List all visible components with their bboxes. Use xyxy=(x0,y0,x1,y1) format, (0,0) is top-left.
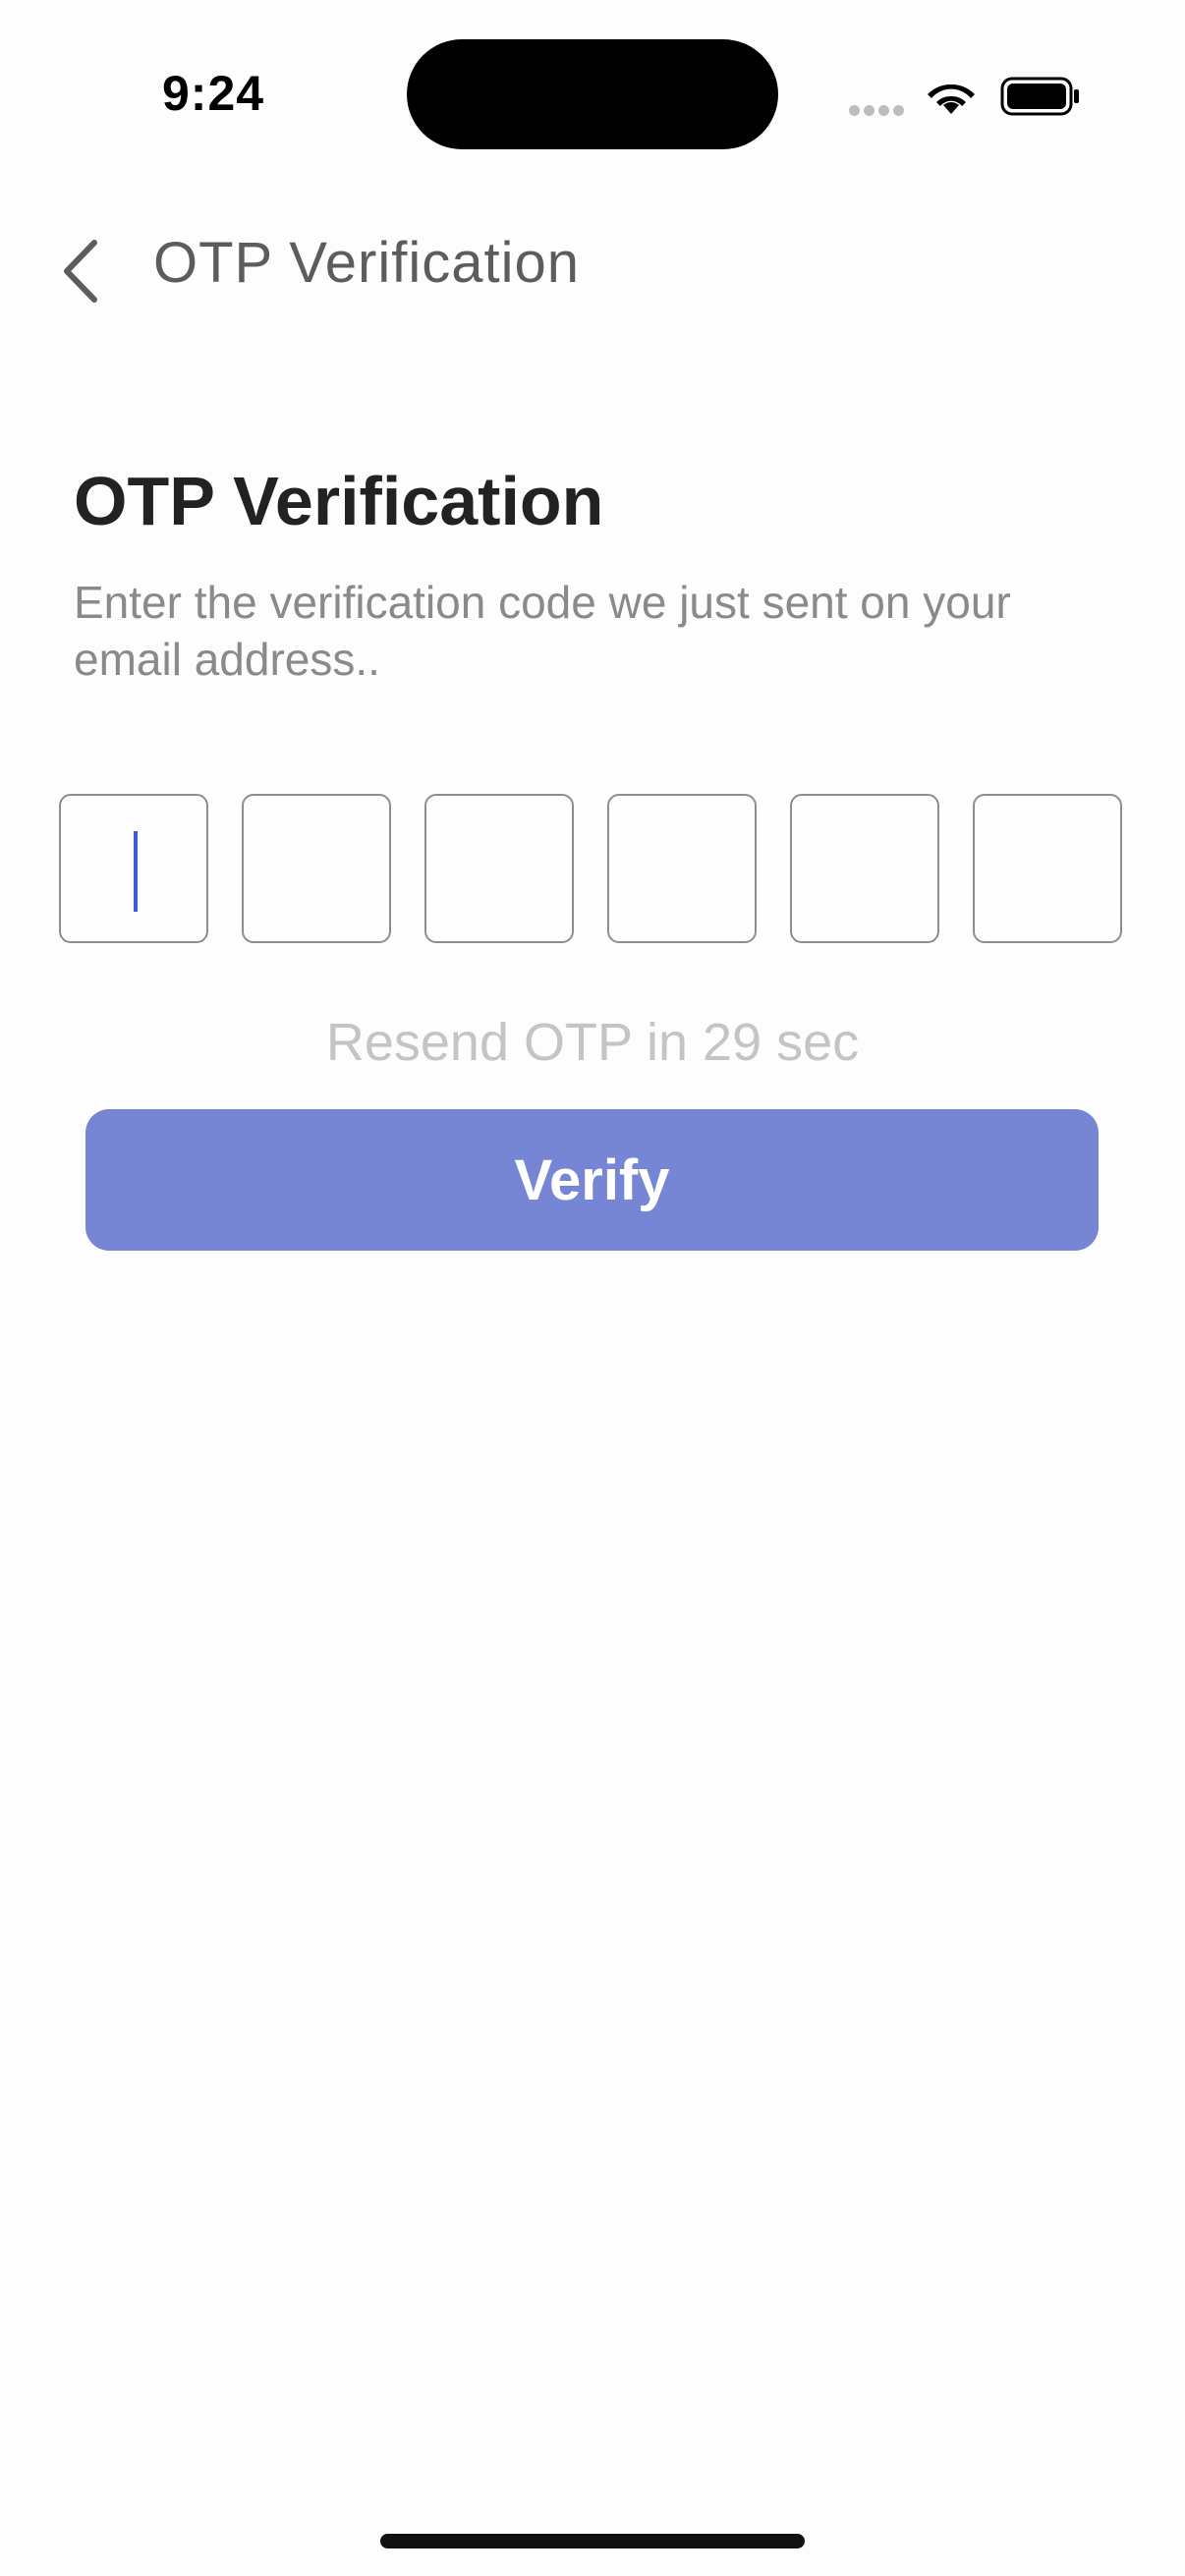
chevron-left-icon xyxy=(64,240,97,303)
otp-digit-input-5[interactable] xyxy=(790,794,939,943)
nav-bar: OTP Verification xyxy=(0,206,1185,314)
back-button[interactable] xyxy=(49,224,112,318)
resend-otp-countdown: Resend OTP in 29 sec xyxy=(325,1013,860,1072)
nav-title: OTP Verification xyxy=(153,231,581,295)
otp-digit-input-6[interactable] xyxy=(973,794,1122,943)
cellular-dots-icon xyxy=(849,103,908,121)
otp-digit-input-2[interactable] xyxy=(242,794,391,943)
otp-digit-input-3[interactable] xyxy=(424,794,574,943)
otp-input-group xyxy=(59,794,1130,947)
dynamic-island xyxy=(407,39,778,149)
status-time: 9:24 xyxy=(162,66,265,121)
page-subtitle: Enter the verification code we just sent… xyxy=(74,577,1011,685)
battery-icon xyxy=(1000,77,1081,121)
otp-digit-input-4[interactable] xyxy=(607,794,757,943)
home-indicator[interactable] xyxy=(380,2534,805,2548)
verify-button[interactable]: Verify xyxy=(85,1109,1099,1251)
wifi-icon xyxy=(924,75,979,121)
status-bar: 9:24 xyxy=(0,0,1185,177)
page-heading: OTP Verification xyxy=(74,463,604,539)
otp-digit-input-1[interactable] xyxy=(59,794,208,943)
text-caret xyxy=(134,831,138,912)
